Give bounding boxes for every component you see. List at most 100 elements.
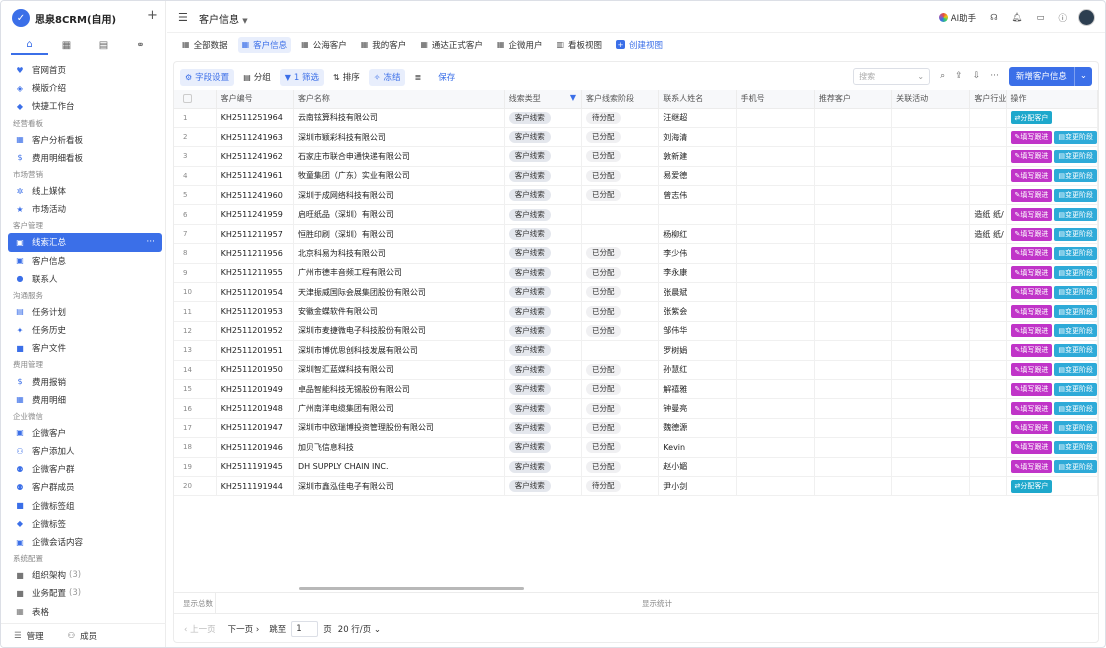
column-header[interactable]: 推荐客户 (814, 90, 893, 109)
table-row[interactable]: 20 KH2511191944 深圳市鑫泓佳电子有限公司 客户线索 待分配 尹小剑 ⇄ 分配… (174, 476, 1099, 497)
change-stage-button[interactable]: ▤ 变更阶段 (1054, 382, 1097, 396)
customer-id-cell[interactable]: KH2511211957 (216, 224, 294, 245)
download-icon[interactable]: ⇩ (973, 71, 981, 81)
column-header[interactable]: 客户线索阶段 (581, 90, 660, 109)
manage-button[interactable]: ☰ 管理 (14, 630, 44, 642)
customer-id-cell[interactable]: KH2511201948 (216, 398, 294, 419)
customer-name-cell[interactable]: 恒胜印刷（深圳）有限公司 (293, 224, 505, 245)
column-header[interactable]: 线索类型 ▼ (504, 90, 583, 109)
row-number[interactable]: 13 (174, 340, 217, 361)
lead-type-cell[interactable]: 客户线索 (504, 418, 583, 439)
change-stage-button[interactable]: ▤ 变更阶段 (1054, 149, 1097, 163)
follow-up-button[interactable]: ✎ 填写跟进 (1010, 227, 1053, 241)
contact-name-cell[interactable]: 张紫会 (658, 301, 737, 322)
table-row[interactable]: 8 KH2511211956 北京科易为科技有限公司 客户线索 已分配 李少伟 ✎ 填写跟进… (174, 243, 1099, 264)
phone-cell[interactable] (736, 398, 815, 419)
change-stage-button[interactable]: ▤ 变更阶段 (1054, 421, 1097, 435)
customer-id-cell[interactable]: KH2511201946 (216, 437, 294, 458)
assign-customer-button[interactable]: ⇄ 分配客户 (1010, 111, 1053, 125)
document-tab[interactable]: ▤ (85, 35, 122, 55)
lead-type-cell[interactable]: 客户线索 (504, 301, 583, 322)
field-settings-button[interactable]: ⚙ 字段设置 (180, 68, 235, 86)
activity-cell[interactable] (891, 360, 971, 380)
customer-name-cell[interactable]: 北京科易为科技有限公司 (293, 243, 505, 264)
change-stage-button[interactable]: ▤ 变更阶段 (1054, 324, 1097, 338)
inbox-icon[interactable]: ▭ (1036, 13, 1044, 23)
filter-button[interactable]: ▼ 1 筛选 (279, 68, 325, 86)
phone-cell[interactable] (736, 457, 815, 477)
table-row[interactable]: 14 KH2511201950 深圳智汇蓝媒科技有限公司 客户线索 已分配 孙慧红 ✎ 填写… (174, 360, 1099, 380)
follow-up-button[interactable]: ✎ 填写跟进 (1010, 285, 1053, 299)
activity-cell[interactable] (891, 185, 971, 206)
flow-tab[interactable]: ⚭ (122, 35, 159, 55)
referral-cell[interactable] (814, 437, 893, 458)
customer-name-cell[interactable]: 卓品智能科技无锡股份有限公司 (293, 379, 505, 400)
menu-toggle-icon[interactable]: ☰ (178, 11, 188, 24)
follow-up-button[interactable]: ✎ 填写跟进 (1010, 421, 1053, 435)
activity-cell[interactable] (891, 398, 971, 419)
sidebar-item[interactable]: $ 费用报销 (8, 372, 162, 390)
grid-tab[interactable]: ▦ (48, 35, 85, 55)
row-number[interactable]: 1 (174, 108, 217, 128)
referral-cell[interactable] (814, 379, 893, 400)
customer-name-cell[interactable]: 加贝飞信息科技 (293, 437, 505, 458)
follow-up-button[interactable]: ✎ 填写跟进 (1010, 149, 1053, 163)
follow-up-button[interactable]: ✎ 填写跟进 (1010, 382, 1053, 396)
industry-cell[interactable] (969, 321, 1007, 342)
change-stage-button[interactable]: ▤ 变更阶段 (1054, 266, 1097, 280)
lead-type-cell[interactable]: 客户线索 (504, 263, 583, 284)
follow-up-button[interactable]: ✎ 填写跟进 (1010, 460, 1053, 474)
referral-cell[interactable] (814, 321, 893, 342)
customer-name-cell[interactable]: 深圳市中欧瑞博投资管理股份有限公司 (293, 418, 505, 439)
follow-up-button[interactable]: ✎ 填写跟进 (1010, 440, 1053, 454)
contact-name-cell[interactable]: 尹小剑 (658, 476, 737, 497)
customer-name-cell[interactable]: 启旺纸品（深圳）有限公司 (293, 204, 505, 225)
row-number[interactable]: 4 (174, 166, 217, 187)
sidebar-item[interactable]: ▣ 企微客户 (8, 424, 162, 442)
brand[interactable]: ✓ 思泉8CRM(自用) (12, 7, 116, 29)
lead-type-cell[interactable]: 客户线索 (504, 360, 583, 380)
contact-name-cell[interactable]: 敦新建 (658, 146, 737, 167)
contact-name-cell[interactable]: Kevin (658, 437, 737, 458)
contact-name-cell[interactable]: 罗树娟 (658, 340, 737, 361)
change-stage-button[interactable]: ▤ 变更阶段 (1054, 188, 1097, 202)
table-row[interactable]: 9 KH2511211955 广州市德丰音频工程有限公司 客户线索 已分配 李永康 ✎ 填写… (174, 263, 1099, 284)
contact-name-cell[interactable]: 汪继超 (658, 108, 737, 128)
activity-cell[interactable] (891, 146, 971, 167)
table-row[interactable]: 11 KH2511201953 安徽金蝶软件有限公司 客户线索 已分配 张紫会 ✎ 填写跟进… (174, 301, 1099, 322)
phone-cell[interactable] (736, 243, 815, 264)
activity-cell[interactable] (891, 127, 971, 148)
lead-stage-cell[interactable]: 已分配 (581, 321, 660, 342)
industry-cell[interactable] (969, 282, 1007, 303)
referral-cell[interactable] (814, 204, 893, 225)
column-header[interactable]: 手机号 (736, 90, 815, 109)
contact-name-cell[interactable]: 刘海清 (658, 127, 737, 148)
phone-cell[interactable] (736, 418, 815, 439)
lead-stage-cell[interactable]: 待分配 (581, 476, 660, 497)
activity-cell[interactable] (891, 437, 971, 458)
industry-cell[interactable] (969, 379, 1007, 400)
referral-cell[interactable] (814, 398, 893, 419)
sidebar-item[interactable]: ▣ 企微会话内容 (8, 533, 162, 551)
follow-up-button[interactable]: ✎ 填写跟进 (1010, 324, 1053, 338)
customer-id-cell[interactable]: KH2511201953 (216, 301, 294, 322)
follow-up-button[interactable]: ✎ 填写跟进 (1010, 188, 1053, 202)
view-tab[interactable]: ▦ 全部数据 (178, 37, 232, 53)
row-number[interactable]: 16 (174, 398, 217, 419)
customer-name-cell[interactable]: 牧童集团（广东）实业有限公司 (293, 166, 505, 187)
customer-id-cell[interactable]: KH2511201950 (216, 360, 294, 380)
row-number[interactable]: 12 (174, 321, 217, 342)
phone-cell[interactable] (736, 282, 815, 303)
customer-name-cell[interactable]: 广州市德丰音频工程有限公司 (293, 263, 505, 284)
industry-cell[interactable] (969, 398, 1007, 419)
lead-stage-cell[interactable]: 已分配 (581, 166, 660, 187)
referral-cell[interactable] (814, 282, 893, 303)
row-number[interactable]: 7 (174, 224, 217, 245)
customer-id-cell[interactable]: KH2511241960 (216, 185, 294, 206)
customer-id-cell[interactable]: KH2511211955 (216, 263, 294, 284)
activity-cell[interactable] (891, 340, 971, 361)
chevron-down-icon[interactable]: ⌄ (1073, 66, 1092, 86)
select-all-checkbox[interactable] (183, 94, 192, 104)
change-stage-button[interactable]: ▤ 变更阶段 (1054, 169, 1097, 183)
follow-up-button[interactable]: ✎ 填写跟进 (1010, 305, 1053, 319)
